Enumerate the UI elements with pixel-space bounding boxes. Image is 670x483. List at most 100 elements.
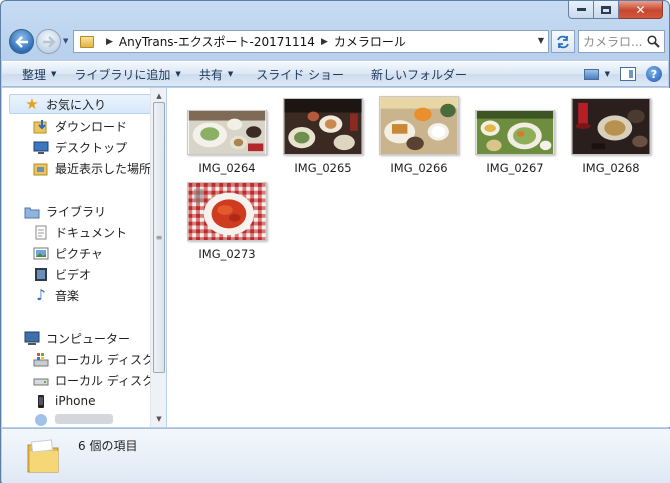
recent-pages-dropdown[interactable]: ▼: [63, 37, 68, 45]
share-label: 共有: [198, 67, 223, 82]
search-placeholder: カメラロ...: [583, 35, 643, 49]
organize-button[interactable]: 整理 ▼: [2, 66, 65, 83]
nav-recent-places[interactable]: 最近表示した場所: [33, 158, 151, 178]
file-name: IMG_0268: [582, 161, 640, 175]
computer-icon: [24, 331, 40, 346]
nav-iphone[interactable]: iPhone: [33, 391, 96, 411]
nav-pictures[interactable]: ピクチャ: [33, 243, 103, 263]
breadcrumb-anytrans-export[interactable]: AnyTrans-エクスポート-20171114: [119, 33, 315, 50]
file-list: IMG_0264 IMG_0265 IMG_0266 IMG_0267 IMG_…: [167, 88, 670, 427]
navigation-pane: ★ お気に入り ダウンロード デスクトップ 最近表示した場所 ライブラリ ドキュ…: [2, 88, 166, 427]
nav-computer[interactable]: コンピューター: [24, 328, 130, 348]
videos-icon: [33, 267, 49, 282]
star-icon: ★: [25, 95, 39, 113]
file-item[interactable]: IMG_0267: [467, 110, 563, 175]
windows-drive-icon: [33, 352, 49, 367]
desktop-icon: [33, 140, 49, 155]
folder-icon: [80, 35, 94, 48]
nav-videos[interactable]: ビデオ: [33, 264, 91, 284]
view-icon: [583, 68, 599, 80]
nav-videos-label: ビデオ: [55, 267, 92, 282]
back-button[interactable]: [9, 29, 34, 54]
file-item[interactable]: IMG_0264: [179, 110, 275, 175]
file-item[interactable]: IMG_0265: [275, 98, 371, 175]
chevron-down-icon: ▼: [227, 70, 234, 78]
photo-thumbnail: [283, 98, 363, 155]
file-name: IMG_0273: [198, 247, 256, 261]
file-name: IMG_0265: [294, 161, 352, 175]
chevron-right-icon[interactable]: ▶: [321, 37, 328, 47]
nav-downloads[interactable]: ダウンロード: [33, 116, 127, 136]
redacted-label: [55, 414, 113, 424]
forward-button[interactable]: [36, 29, 61, 54]
caption-buttons: ✕: [568, 1, 663, 19]
photo-thumbnail: [187, 110, 267, 155]
photo-thumbnail: [571, 98, 651, 155]
nav-local-disk-d[interactable]: ローカル ディスク (: [33, 370, 162, 390]
add-to-library-button[interactable]: ライブラリに追加 ▼: [65, 66, 189, 83]
maximize-button[interactable]: [594, 1, 619, 19]
breadcrumb-camera-roll[interactable]: カメラロール: [334, 33, 406, 50]
explorer-window: ✕ ▼ ▶ AnyTrans-エクスポート-20171114 ▶ カメラロール …: [0, 0, 670, 483]
nav-local-disk-1-label: ローカル ディスク (: [55, 352, 163, 367]
arrow-right-icon: [42, 35, 56, 48]
nav-local-disk-2-label: ローカル ディスク (: [55, 373, 163, 388]
nav-documents[interactable]: ドキュメント: [33, 222, 127, 242]
search-icon[interactable]: [647, 35, 660, 48]
file-name: IMG_0267: [486, 161, 544, 175]
nav-iphone-label: iPhone: [55, 394, 96, 408]
nav-documents-label: ドキュメント: [55, 225, 128, 240]
preview-pane-icon[interactable]: [620, 67, 636, 81]
navigation-scrollbar[interactable]: ▲ ≡ ▼: [150, 88, 166, 427]
nav-desktop[interactable]: デスクトップ: [33, 137, 127, 157]
photo-thumbnail: [379, 96, 459, 155]
file-item[interactable]: IMG_0266: [371, 96, 467, 175]
phone-icon: [33, 394, 49, 409]
help-icon[interactable]: ?: [646, 66, 662, 82]
nav-network-device-blurred[interactable]: [33, 412, 113, 426]
refresh-icon: [557, 35, 569, 48]
share-button[interactable]: 共有 ▼: [190, 66, 242, 83]
nav-favorites[interactable]: ★ お気に入り: [9, 94, 151, 114]
drive-icon: [33, 373, 49, 388]
recent-places-icon: [33, 161, 49, 176]
slideshow-label: スライド ショー: [256, 67, 345, 82]
nav-music[interactable]: ♪ 音楽: [33, 285, 79, 305]
scroll-thumb[interactable]: ≡: [153, 102, 165, 373]
nav-libraries[interactable]: ライブラリ: [24, 201, 106, 221]
file-item[interactable]: IMG_0268: [563, 98, 659, 175]
nav-downloads-label: ダウンロード: [55, 119, 128, 134]
address-bar[interactable]: ▶ AnyTrans-エクスポート-20171114 ▶ カメラロール ▼: [73, 30, 549, 53]
refresh-button[interactable]: [551, 30, 575, 53]
chevron-right-icon[interactable]: ▶: [106, 37, 113, 47]
close-button[interactable]: ✕: [619, 1, 663, 19]
new-folder-button[interactable]: 新しいフォルダー: [353, 66, 476, 83]
nav-desktop-label: デスクトップ: [55, 140, 128, 155]
address-dropdown-icon[interactable]: ▼: [538, 36, 544, 45]
chevron-down-icon: ▼: [175, 70, 181, 78]
documents-icon: [33, 225, 49, 240]
music-icon: ♪: [36, 286, 46, 304]
nav-music-label: 音楽: [55, 288, 80, 303]
file-item[interactable]: IMG_0273: [179, 182, 275, 261]
nav-recent-label: 最近表示した場所: [55, 161, 152, 176]
new-folder-label: 新しいフォルダー: [371, 67, 468, 82]
toolbar-right-group: ▼ ?: [583, 66, 662, 82]
file-name: IMG_0266: [390, 161, 448, 175]
libraries-icon: [24, 204, 40, 219]
scroll-down-arrow[interactable]: ▼: [151, 411, 167, 427]
slideshow-button[interactable]: スライド ショー: [242, 66, 353, 83]
address-row: ▼ ▶ AnyTrans-エクスポート-20171114 ▶ カメラロール ▼ …: [7, 27, 665, 57]
nav-computer-label: コンピューター: [46, 331, 131, 346]
organize-label: 整理: [22, 67, 47, 82]
nav-local-disk-c[interactable]: ローカル ディスク (: [33, 349, 162, 369]
search-input[interactable]: カメラロ...: [578, 30, 665, 53]
download-folder-icon: [33, 119, 49, 134]
nav-libraries-label: ライブラリ: [46, 204, 107, 219]
nav-pictures-label: ピクチャ: [55, 246, 103, 261]
details-pane: 6 個の項目: [2, 428, 670, 483]
chevron-down-icon: ▼: [604, 70, 610, 78]
photo-thumbnail: [187, 182, 267, 241]
minimize-button[interactable]: [568, 1, 594, 19]
change-view-button[interactable]: ▼: [583, 68, 610, 80]
